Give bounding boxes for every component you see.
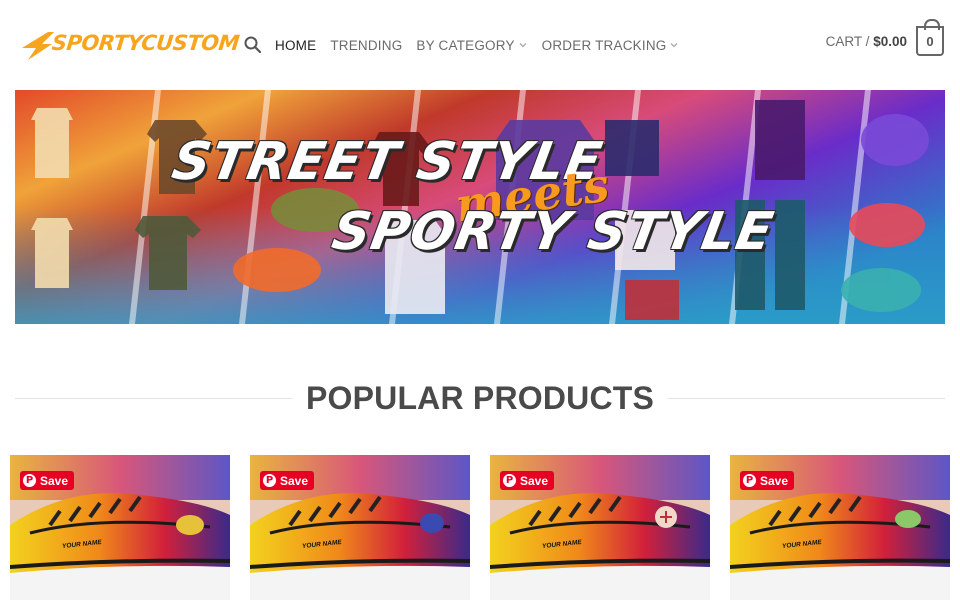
pinterest-icon: P [503,474,516,487]
divider [15,397,292,399]
site-logo[interactable]: SPORTYCUSTOM [18,26,240,64]
popular-products-heading: POPULAR PRODUCTS [15,378,946,418]
product-card[interactable]: YOUR NAME P Save [10,455,230,600]
nav-item-home[interactable]: HOME [275,38,316,53]
divider [668,397,946,399]
cart-text: CART / [825,33,870,49]
save-label: Save [280,473,309,488]
nav-item-trending[interactable]: TRENDING [330,38,402,53]
logo-text: SPORTYCUSTOM [50,31,241,55]
save-label: Save [40,473,69,488]
nav-item-label: TRENDING [330,37,403,53]
search-icon[interactable] [243,35,263,55]
save-label: Save [760,473,789,488]
save-label: Save [520,473,549,488]
cart-amount: $0.00 [873,33,907,49]
site-header: SPORTYCUSTOM HOME TRENDING BY CATEGORY O… [0,0,960,90]
hero-banner[interactable]: STREET STYLE meets SPORTY STYLE [15,90,945,324]
section-title: POPULAR PRODUCTS [305,379,655,416]
pinterest-save-button[interactable]: P Save [260,471,315,490]
pinterest-save-button[interactable]: P Save [740,471,795,490]
main-nav: HOME TRENDING BY CATEGORY ORDER TRACKING [275,36,679,54]
pinterest-icon: P [263,474,276,487]
nav-item-label: HOME [275,37,317,53]
nav-item-label: BY CATEGORY [416,37,515,53]
cart-link[interactable]: CART / $0.00 0 [826,19,944,56]
cart-label: CART / $0.00 [826,34,907,49]
pinterest-save-button[interactable]: P Save [500,471,555,490]
product-card[interactable]: YOUR NAME P Save [250,455,470,600]
product-card[interactable]: YOUR NAME P Save [730,455,950,600]
cart-count: 0 [926,33,934,49]
chevron-down-icon [669,40,679,50]
pinterest-icon: P [743,474,756,487]
chevron-down-icon [518,40,528,50]
nav-item-order-tracking[interactable]: ORDER TRACKING [542,38,680,53]
product-card[interactable]: YOUR NAME P Save [490,455,710,600]
banner-image [15,90,945,324]
cart-icon: 0 [916,19,944,56]
pinterest-save-button[interactable]: P Save [20,471,75,490]
nav-item-label: ORDER TRACKING [541,37,667,53]
nav-item-by-category[interactable]: BY CATEGORY [416,38,527,53]
pinterest-icon: P [23,474,36,487]
